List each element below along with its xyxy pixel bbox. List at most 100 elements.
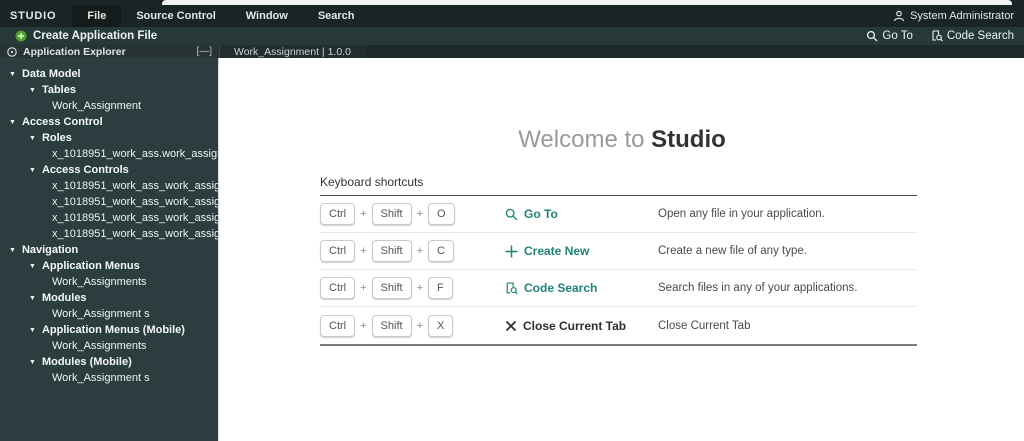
keycap: X: [428, 314, 454, 337]
menu-file[interactable]: File: [72, 5, 122, 27]
shortcut-keys: Ctrl + Shift + O: [320, 203, 505, 225]
tree-leaf[interactable]: x_1018951_work_ass_work_assignment (c: [0, 210, 218, 226]
tree-leaf[interactable]: x_1018951_work_ass_work_assignment (w: [0, 194, 218, 210]
search-icon: [866, 30, 878, 42]
user-icon: [893, 10, 905, 22]
tree-section[interactable]: ▼ Access Controls: [0, 162, 218, 178]
code-search-icon: [931, 30, 943, 42]
tree-section[interactable]: ▼ Modules (Mobile): [0, 354, 218, 370]
tree-section[interactable]: ▼ Roles: [0, 130, 218, 146]
collapse-explorer-button[interactable]: [—]: [196, 46, 212, 57]
tree-section[interactable]: ▼ Navigation: [0, 242, 218, 258]
menu-source-control[interactable]: Source Control: [121, 5, 230, 27]
tree-item-label: Application Menus: [41, 260, 140, 272]
shortcut-action-close-current-tab: Close Current Tab: [505, 319, 658, 333]
chevron-down-icon[interactable]: ▼: [29, 355, 36, 370]
plus-circle-icon: [15, 30, 27, 42]
menu-window[interactable]: Window: [231, 5, 303, 27]
chevron-down-icon[interactable]: ▼: [29, 323, 36, 338]
keycap: C: [428, 240, 454, 262]
chevron-down-icon[interactable]: ▼: [9, 243, 16, 258]
application-explorer-title: Application Explorer: [23, 45, 126, 58]
goto-label: Go To: [882, 30, 913, 42]
tree-item-label: x_1018951_work_ass_work_assignment (c: [52, 212, 218, 224]
shortcut-action-label: Create New: [524, 244, 590, 258]
tree-leaf[interactable]: x_1018951_work_ass_work_assignment (r: [0, 178, 218, 194]
create-application-file-button[interactable]: Create Application File: [0, 30, 157, 42]
tree-item-label: x_1018951_work_ass_work_assignment (r: [52, 180, 218, 192]
shortcut-action-code-search[interactable]: Code Search: [505, 281, 658, 295]
keyboard-shortcuts-panel: Keyboard shortcuts Ctrl + Shift + O Go To Open…: [320, 175, 917, 346]
key-separator: +: [360, 282, 367, 294]
key-separator: +: [416, 208, 423, 220]
shortcut-action-go-to[interactable]: Go To: [505, 207, 658, 221]
chevron-down-icon[interactable]: ▼: [29, 83, 36, 98]
tree-item-label: Work_Assignments: [52, 276, 147, 288]
application-explorer-header: Application Explorer [—]: [0, 45, 219, 58]
tree-item-label: x_1018951_work_ass_work_assignment (w: [52, 196, 218, 208]
chevron-down-icon[interactable]: ▼: [9, 115, 16, 130]
tree-item-label: Modules (Mobile): [41, 356, 132, 368]
tree-item-label: Access Controls: [41, 164, 129, 176]
tree-item-label: Work_Assignments: [52, 340, 147, 352]
tree-leaf[interactable]: Work_Assignments: [0, 274, 218, 290]
menu-search[interactable]: Search: [303, 5, 370, 27]
shortcut-action-create-new[interactable]: Create New: [505, 244, 658, 258]
shortcut-row: Ctrl + Shift + O Go To Open any file in your a…: [320, 196, 917, 233]
application-explorer-tree: ▼ Data Model ▼ Tables Work_Assignment ▼ Access…: [0, 58, 219, 441]
user-name: System Administrator: [910, 10, 1014, 22]
tree-item-label: Work_Assignment s: [52, 308, 150, 320]
tree-item-label: Work_Assignment s: [52, 372, 150, 384]
keycap: Shift: [371, 314, 412, 337]
chevron-down-icon[interactable]: ▼: [29, 259, 36, 274]
chevron-down-icon[interactable]: ▼: [29, 291, 36, 306]
tree-item-label: x_1018951_work_ass.work_assignment_u: [52, 148, 218, 160]
tree-section[interactable]: ▼ Modules: [0, 290, 218, 306]
tab-work-assignment[interactable]: Work_Assignment | 1.0.0: [220, 45, 365, 58]
close-icon: [505, 320, 517, 332]
tree-section[interactable]: ▼ Application Menus: [0, 258, 218, 274]
code-search-icon: [505, 281, 518, 295]
shortcut-keys: Ctrl + Shift + F: [320, 277, 505, 299]
tree-item-label: Work_Assignment: [52, 100, 142, 112]
shortcut-keys: Ctrl + Shift + X: [320, 314, 505, 337]
tree-leaf[interactable]: Work_Assignment: [0, 98, 218, 114]
user-menu[interactable]: System Administrator: [893, 5, 1024, 27]
key-separator: +: [360, 208, 367, 220]
shortcut-keys: Ctrl + Shift + C: [320, 240, 505, 262]
tree-item-label: Application Menus (Mobile): [41, 324, 185, 336]
tree-section[interactable]: ▼ Tables: [0, 82, 218, 98]
tree-leaf[interactable]: Work_Assignment s: [0, 370, 218, 386]
shortcut-description: Create a new file of any type.: [658, 245, 807, 257]
tree-leaf[interactable]: x_1018951_work_ass.work_assignment_u: [0, 146, 218, 162]
tabstrip: Application Explorer [—] Work_Assignment…: [0, 45, 1024, 58]
keycap: Shift: [371, 240, 412, 262]
tree-leaf[interactable]: Work_Assignments: [0, 338, 218, 354]
keycap: Ctrl: [320, 277, 356, 299]
studio-window: STUDIO File Source Control Window Search Sy…: [0, 0, 1024, 441]
tree-leaf[interactable]: x_1018951_work_ass_work_assignment (d: [0, 226, 218, 242]
tree-item-label: Navigation: [21, 244, 79, 256]
tree-item-label: Access Control: [21, 116, 103, 128]
tree-leaf[interactable]: Work_Assignment s: [0, 306, 218, 322]
window-edge: [162, 0, 1012, 5]
shortcut-description: Open any file in your application.: [658, 208, 825, 220]
tree-section[interactable]: ▼ Access Control: [0, 114, 218, 130]
studio-brand: STUDIO: [10, 10, 57, 22]
tree-section[interactable]: ▼ Application Menus (Mobile): [0, 322, 218, 338]
chevron-down-icon[interactable]: ▼: [29, 131, 36, 146]
code-search-button[interactable]: Code Search: [931, 30, 1014, 42]
key-separator: +: [416, 282, 423, 294]
keycap: Ctrl: [320, 240, 356, 262]
tree-item-label: Roles: [41, 132, 72, 144]
tree-section[interactable]: ▼ Data Model: [0, 66, 218, 82]
goto-button[interactable]: Go To: [866, 30, 913, 42]
tree-item-label: Data Model: [21, 68, 81, 80]
chevron-down-icon[interactable]: ▼: [9, 67, 16, 82]
application-explorer-icon: [7, 46, 17, 57]
shortcut-description: Search files in any of your applications…: [658, 282, 858, 294]
welcome-heading: Welcome to Studio: [220, 126, 1024, 154]
chevron-down-icon[interactable]: ▼: [29, 163, 36, 178]
keyboard-shortcuts-title: Keyboard shortcuts: [320, 175, 917, 196]
shortcut-row: Ctrl + Shift + F Code Search Search files in a…: [320, 270, 917, 307]
